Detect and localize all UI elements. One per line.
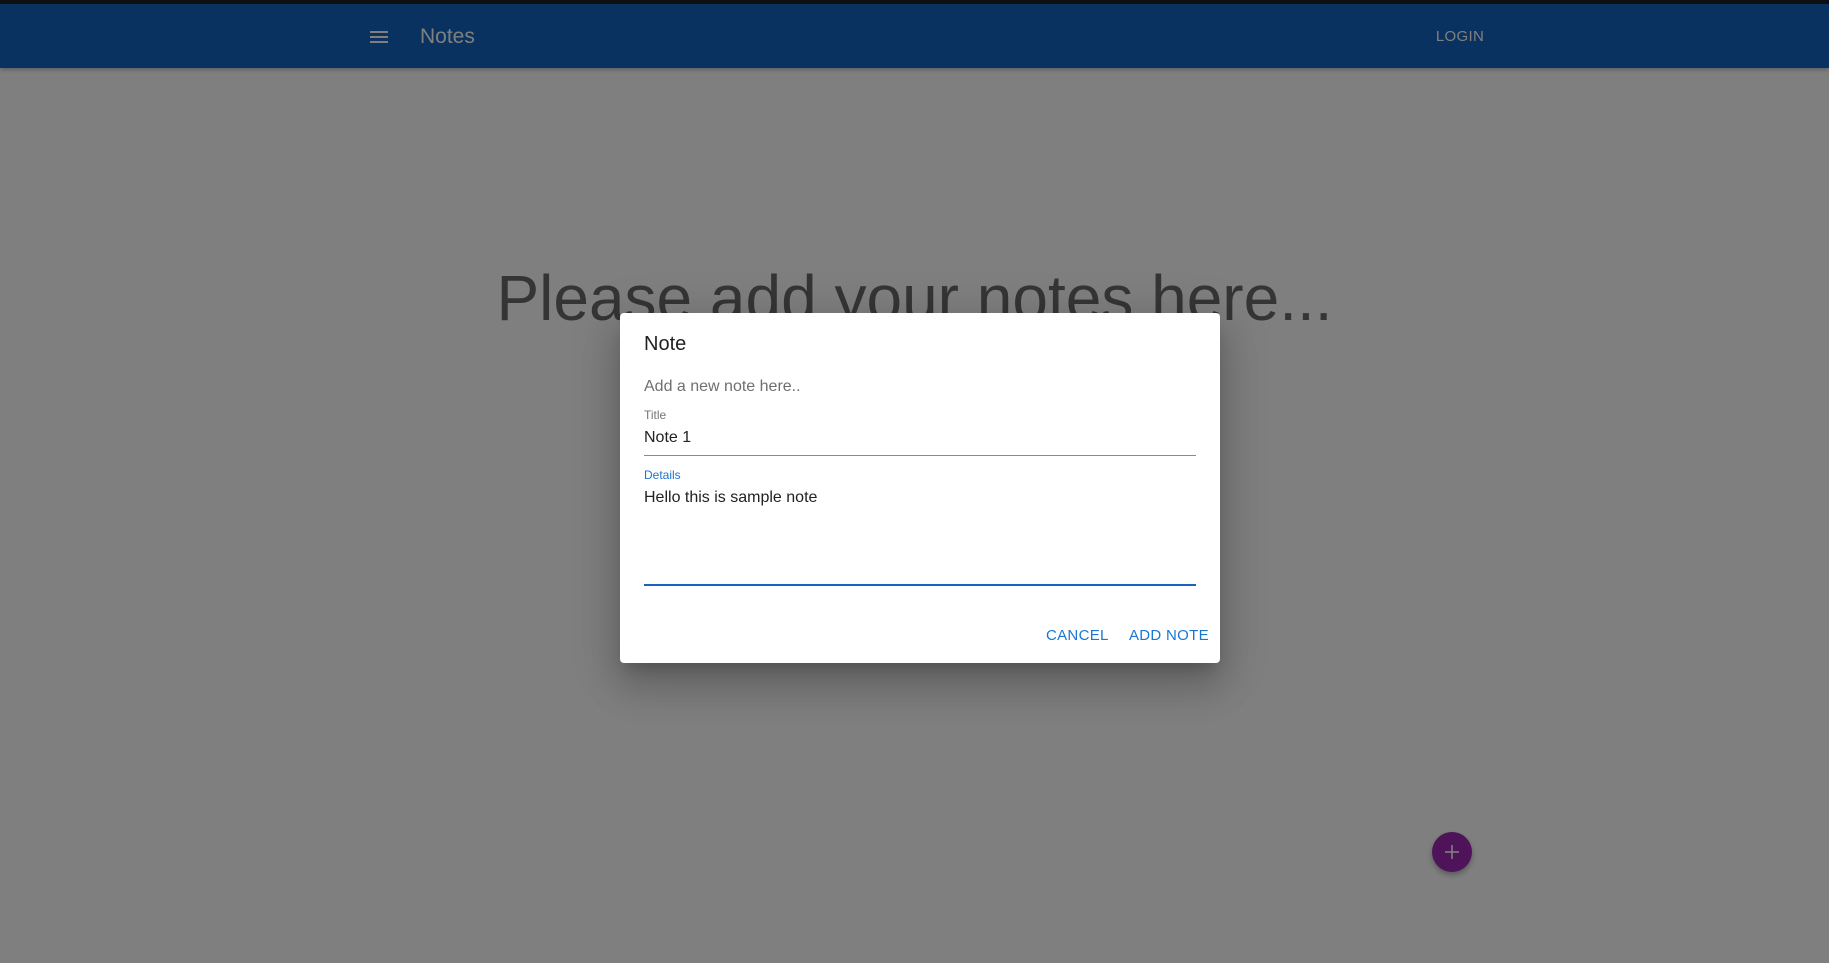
dialog-title: Note [644,333,687,355]
page: Notes LOGIN Please add your notes here..… [0,0,1829,963]
add-note-button[interactable]: ADD NOTE [1129,625,1209,647]
dialog-subtitle: Add a new note here.. [644,378,801,395]
cancel-button[interactable]: CANCEL [1046,625,1109,647]
details-field-label: Details [644,468,681,482]
title-input[interactable]: Note 1 [644,427,691,449]
title-field-label: Title [644,408,667,422]
details-textarea-underline [644,584,1196,586]
title-input-underline [644,455,1196,456]
note-dialog: Note Add a new note here.. Title Note 1 … [620,313,1220,663]
details-textarea[interactable]: Hello this is sample note [644,487,817,509]
